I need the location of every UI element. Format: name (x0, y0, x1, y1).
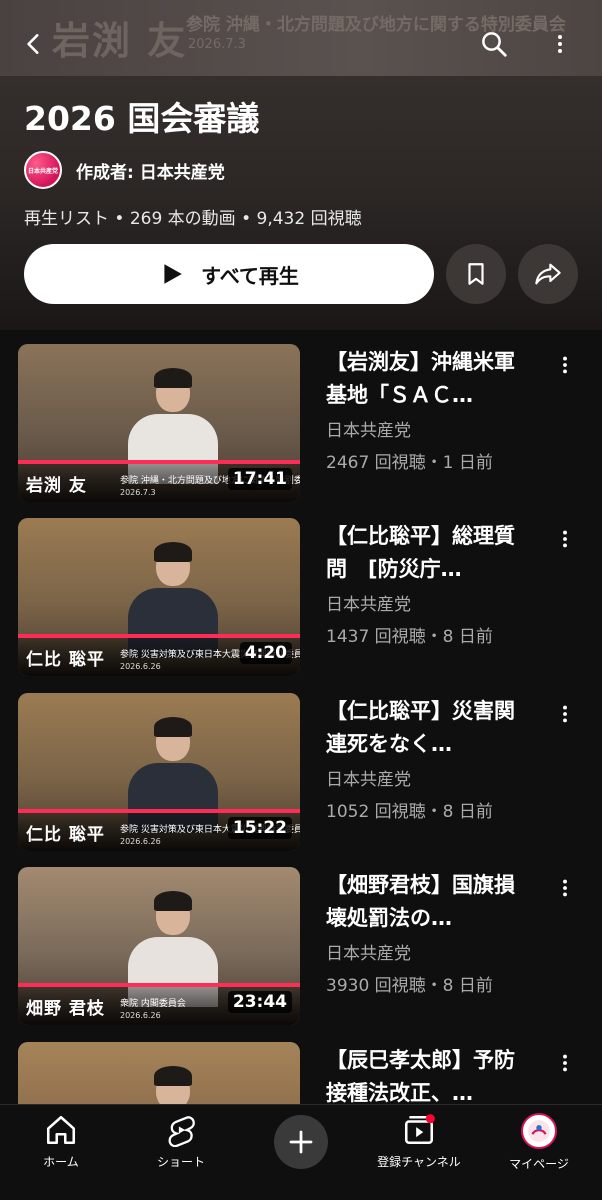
thumbnail-date: 2026.7.3 (120, 488, 156, 497)
subscriptions-icon (404, 1114, 435, 1145)
video-item[interactable]: 畑野 君枝 衆院 内閣委員会 2026.6.26 23:44 【畑野君枝】国旗損… (0, 867, 602, 1027)
video-more-button[interactable] (552, 1046, 578, 1080)
nav-mypage-label: マイページ (509, 1157, 569, 1171)
more-vert-icon (563, 530, 567, 548)
video-duration: 23:44 (227, 991, 292, 1013)
play-icon (164, 264, 182, 284)
video-duration: 4:20 (239, 642, 292, 664)
share-icon (535, 263, 561, 285)
video-title[interactable]: 【辰巳孝太郎】予防接種法改正、… (326, 1044, 531, 1110)
video-thumbnail[interactable]: 岩渕 友 参院 沖縄・北方問題及び地方に関する特別委員会 2026.7.3 17… (18, 344, 300, 502)
video-more-button[interactable] (552, 697, 578, 731)
banner-date: 2026.7.3 (188, 37, 246, 52)
share-button[interactable] (518, 244, 578, 304)
play-all-label: すべて再生 (201, 263, 299, 288)
video-channel[interactable]: 日本共産党 (326, 416, 411, 441)
thumbnail-date: 2026.6.26 (120, 1011, 161, 1020)
more-vert-icon (563, 356, 567, 374)
plus-icon (289, 1130, 313, 1154)
nav-mypage[interactable]: マイページ (484, 1113, 594, 1183)
nav-home[interactable]: ホーム (6, 1113, 116, 1183)
thumbnail-speaker-name: 仁比 聡平 (26, 650, 105, 670)
caption-stripe-fill (18, 460, 300, 464)
speaker-hair (154, 368, 192, 388)
video-thumbnail[interactable]: 畑野 君枝 衆院 内閣委員会 2026.6.26 23:44 (18, 867, 300, 1025)
shorts-icon (168, 1116, 195, 1147)
video-more-button[interactable] (552, 348, 578, 382)
caption-stripe (18, 634, 300, 638)
speaker-hair (154, 1066, 192, 1086)
bottom-navigation: ホーム ショート 登録チャンネル マイページ (0, 1104, 602, 1200)
video-duration: 17:41 (227, 468, 292, 490)
video-title[interactable]: 【仁比聡平】災害関連死をなく… (326, 695, 531, 761)
more-vert-icon (563, 705, 567, 723)
thumbnail-date: 2026.6.26 (120, 662, 161, 671)
video-thumbnail[interactable]: 仁比 聡平 参院 災害対策及び東日本大震災復興特別委員会 2026.6.26 4… (18, 518, 300, 676)
caption-stripe-fill (18, 809, 300, 813)
channel-row[interactable]: 日本共産党 作成者: 日本共産党 (24, 150, 225, 190)
video-meta: 1052 回視聴・8 日前 (326, 802, 493, 822)
caption-stripe-fill (18, 983, 300, 987)
video-channel[interactable]: 日本共産党 (326, 939, 411, 964)
thumbnail-speaker-name: 仁比 聡平 (26, 825, 105, 845)
avatar-icon (528, 1120, 550, 1142)
video-title[interactable]: 【畑野君枝】国旗損壊処罰法の… (326, 869, 531, 935)
channel-logo-text: 日本共産党 (27, 167, 58, 175)
thumbnail-speaker-name: 畑野 君枝 (26, 999, 105, 1019)
user-avatar (521, 1113, 557, 1149)
play-all-button[interactable]: すべて再生 (24, 244, 434, 304)
playlist-meta: 再生リスト • 269 本の動画 • 9,432 回視聴 (24, 209, 362, 229)
video-item[interactable]: 岩渕 友 参院 沖縄・北方問題及び地方に関する特別委員会 2026.7.3 17… (0, 344, 602, 504)
nav-shorts[interactable]: ショート (126, 1113, 236, 1183)
video-meta: 3930 回視聴・8 日前 (326, 976, 493, 996)
back-button[interactable] (14, 24, 54, 64)
save-playlist-button[interactable] (446, 244, 506, 304)
more-vert-icon (563, 879, 567, 897)
playlist-title: 2026 国会審議 (24, 99, 260, 138)
search-icon (482, 32, 507, 57)
caption-stripe-fill (18, 634, 300, 638)
nav-shorts-label: ショート (156, 1155, 205, 1169)
channel-avatar[interactable]: 日本共産党 (24, 151, 62, 189)
video-meta: 2467 回視聴・1 日前 (326, 453, 493, 473)
video-more-button[interactable] (552, 871, 578, 905)
nav-subscriptions-label: 登録チャンネル (377, 1155, 461, 1169)
create-button[interactable] (274, 1115, 328, 1169)
back-arrow-icon (27, 34, 39, 54)
speaker-hair (154, 717, 192, 737)
video-title[interactable]: 【岩渕友】沖縄米軍基地「ＳＡＣ… (326, 346, 531, 412)
video-title[interactable]: 【仁比聡平】総理質問 [防災庁… (326, 520, 531, 586)
speaker-hair (154, 891, 192, 911)
nav-home-label: ホーム (43, 1155, 79, 1169)
video-more-button[interactable] (552, 522, 578, 556)
video-channel[interactable]: 日本共産党 (326, 765, 411, 790)
speaker-hair (154, 542, 192, 562)
caption-stripe (18, 983, 300, 987)
thumbnail-date: 2026.6.26 (120, 837, 161, 846)
caption-stripe (18, 460, 300, 464)
more-vert-icon (563, 1054, 567, 1072)
thumbnail-speaker-name: 岩渕 友 (26, 476, 87, 496)
home-icon (46, 1115, 76, 1145)
more-options-button[interactable] (540, 24, 580, 64)
bookmark-icon (468, 263, 484, 285)
video-duration: 15:22 (227, 817, 292, 839)
video-thumbnail[interactable]: 仁比 聡平 参院 災害対策及び東日本大震災復興特別委員会 2026.6.26 1… (18, 693, 300, 851)
video-item[interactable]: 仁比 聡平 参院 災害対策及び東日本大震災復興特別委員会 2026.6.26 1… (0, 693, 602, 853)
caption-stripe (18, 809, 300, 813)
more-vert-icon (558, 35, 562, 53)
banner-name: 岩渕 友 (52, 19, 188, 63)
search-button[interactable] (474, 24, 514, 64)
nav-subscriptions[interactable]: 登録チャンネル (364, 1113, 474, 1183)
channel-label[interactable]: 作成者: 日本共産党 (76, 158, 225, 183)
video-channel[interactable]: 日本共産党 (326, 590, 411, 615)
video-meta: 1437 回視聴・8 日前 (326, 627, 493, 647)
video-item[interactable]: 仁比 聡平 参院 災害対策及び東日本大震災復興特別委員会 2026.6.26 4… (0, 518, 602, 678)
